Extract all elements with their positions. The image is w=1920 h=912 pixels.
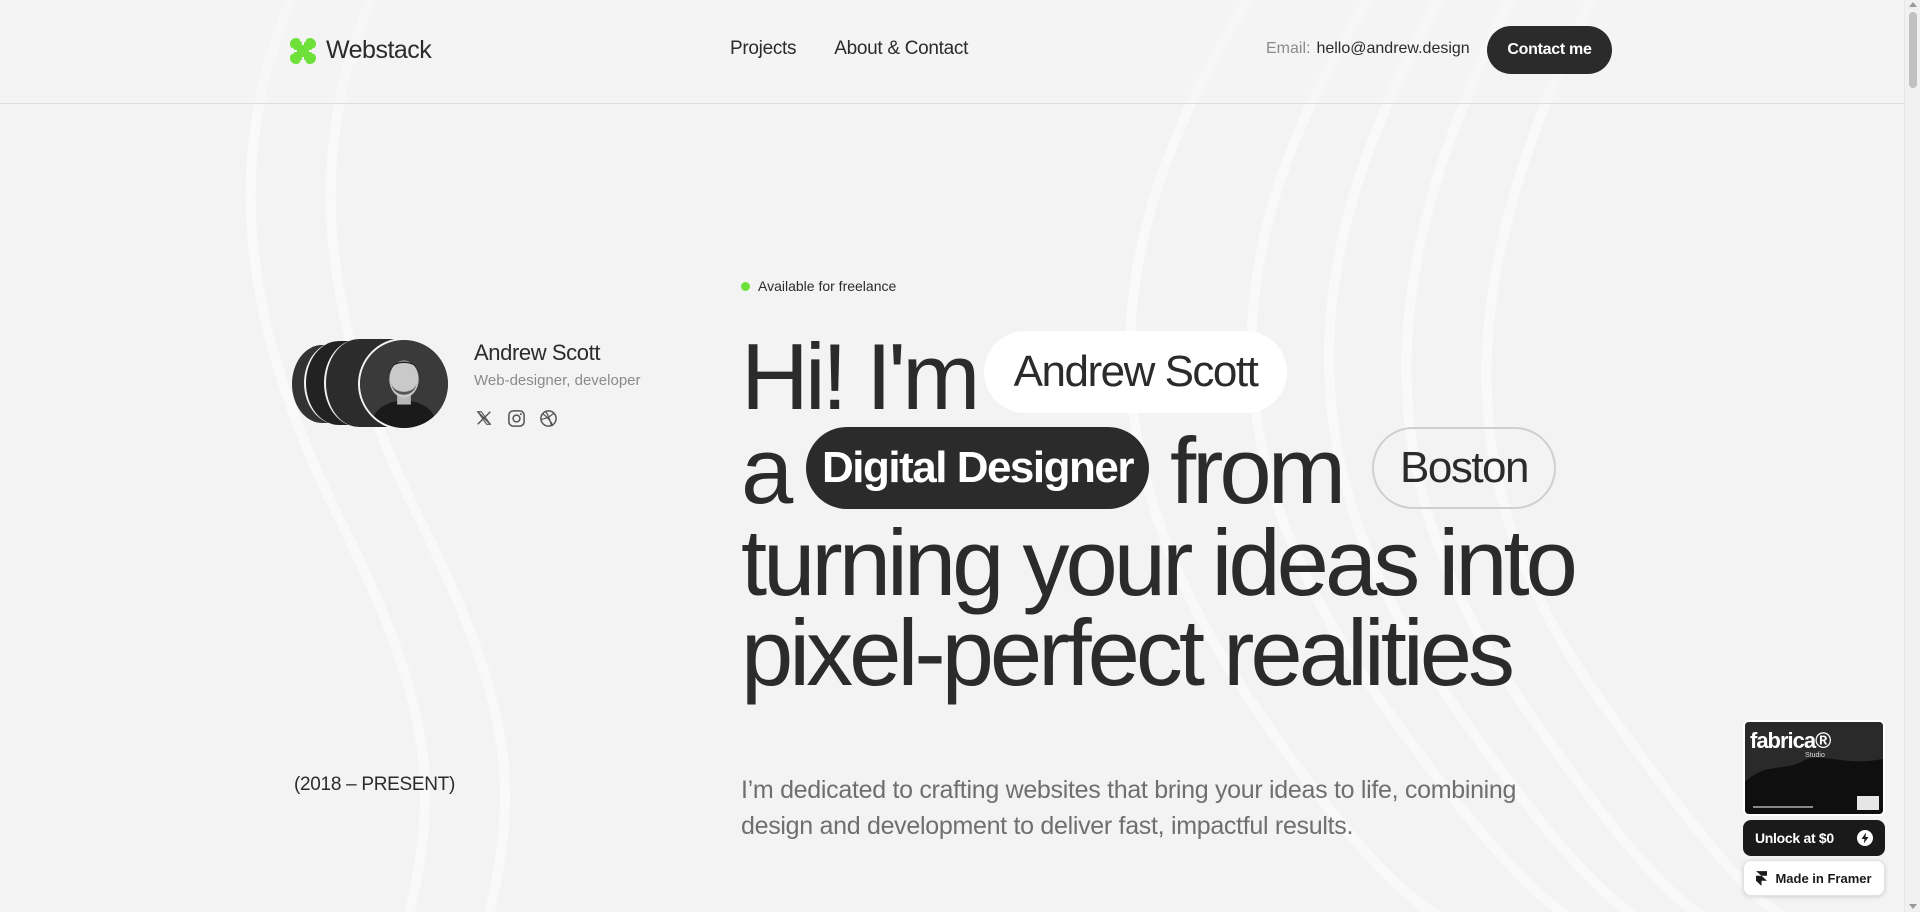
- hero-line-4: pixel-perfect realities: [741, 600, 1515, 705]
- status-text: Available for freelance: [758, 278, 897, 294]
- name-pill: Andrew Scott: [984, 331, 1287, 413]
- nav-link-about-contact[interactable]: About & Contact: [834, 38, 968, 60]
- email-link[interactable]: hello@andrew.design: [1316, 40, 1469, 58]
- template-preview-card[interactable]: fabrica® Studio: [1743, 720, 1885, 816]
- unlock-label: Unlock at $0: [1755, 830, 1834, 846]
- made-in-framer-button[interactable]: Made in Framer: [1743, 860, 1885, 896]
- preview-brand: fabrica®: [1750, 728, 1831, 753]
- hero-line-3: turning your ideas into: [741, 510, 1578, 615]
- main-nav: Projects About & Contact: [730, 38, 968, 60]
- scroll-up-arrow-icon[interactable]: [1909, 2, 1917, 7]
- logo-icon: [290, 37, 316, 64]
- hero-line-2-a: a: [741, 418, 793, 523]
- avatar: [358, 338, 450, 430]
- contact-me-button[interactable]: Contact me: [1487, 26, 1612, 74]
- header-email: Email: hello@andrew.design: [1266, 40, 1470, 58]
- scroll-down-arrow-icon[interactable]: [1909, 904, 1917, 909]
- nav-link-projects[interactable]: Projects: [730, 38, 797, 60]
- profile-name: Andrew Scott: [474, 340, 601, 365]
- status-dot-icon: [741, 281, 750, 291]
- framer-icon: [1756, 870, 1768, 886]
- dribbble-icon[interactable]: [538, 408, 558, 428]
- scrollbar-thumb[interactable]: [1909, 12, 1917, 88]
- made-in-framer-label: Made in Framer: [1775, 870, 1872, 886]
- hero-description: I’m dedicated to crafting websites that …: [741, 776, 1517, 840]
- hero-line-2-from: from: [1170, 418, 1346, 523]
- profile-role: Web-designer, developer: [474, 372, 641, 389]
- avatar-stack: [292, 338, 452, 430]
- logo[interactable]: Webstack: [290, 36, 432, 65]
- email-label: Email:: [1266, 40, 1311, 57]
- city-pill: Boston: [1372, 427, 1556, 509]
- social-links: [474, 408, 558, 428]
- availability-status: Available for freelance: [741, 278, 896, 294]
- scrollbar[interactable]: [1904, 0, 1920, 912]
- bolt-icon: [1857, 830, 1873, 846]
- hero-line-1: Hi! I'm: [741, 324, 980, 429]
- unlock-button[interactable]: Unlock at $0: [1743, 820, 1885, 856]
- role-pill: Digital Designer: [806, 427, 1149, 509]
- logo-text: Webstack: [326, 36, 432, 64]
- preview-brand-sub: Studio: [1805, 752, 1825, 759]
- site-header: Webstack Projects About & Contact Email:…: [0, 0, 1904, 104]
- instagram-icon[interactable]: [506, 408, 526, 428]
- years-active: (2018 – PRESENT): [294, 774, 455, 795]
- x-icon[interactable]: [474, 408, 494, 428]
